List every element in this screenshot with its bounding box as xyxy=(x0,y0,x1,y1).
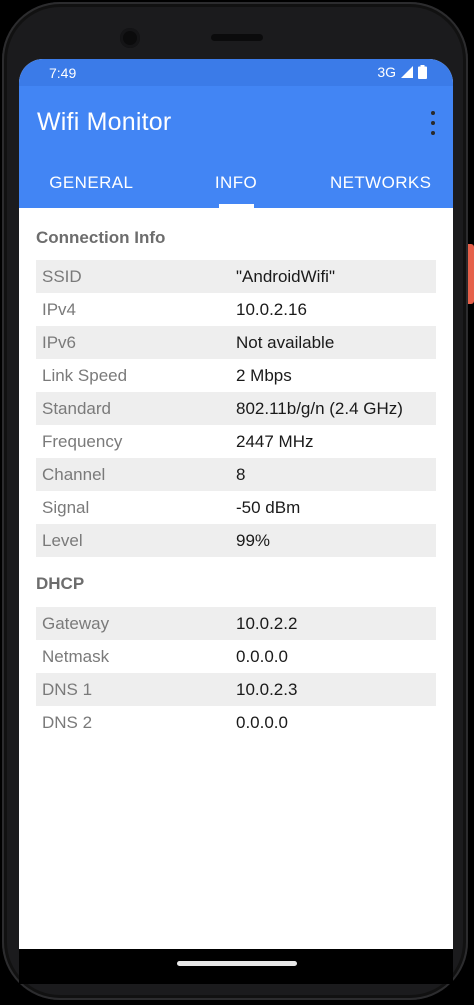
row-key: DNS 2 xyxy=(42,712,93,732)
info-row-channel: Channel 8 xyxy=(36,458,436,491)
row-value: 8 xyxy=(236,464,246,484)
row-key: IPv6 xyxy=(42,332,77,352)
status-time: 7:49 xyxy=(49,65,77,81)
dhcp-row-gateway: Gateway 10.0.2.2 xyxy=(36,607,436,640)
section-title-connection-info: Connection Info xyxy=(36,228,166,247)
row-key: Netmask xyxy=(42,646,110,666)
row-key: Gateway xyxy=(42,613,110,633)
phone-device: 7:49 3G Wifi Monitor GENERAL INFO NETWOR… xyxy=(0,0,474,1005)
row-value: 99% xyxy=(236,530,271,550)
menu-dot xyxy=(431,111,435,115)
screen: 7:49 3G Wifi Monitor GENERAL INFO NETWOR… xyxy=(19,59,453,949)
row-value: 2447 MHz xyxy=(236,431,314,451)
dhcp-row-dns2: DNS 2 0.0.0.0 xyxy=(36,706,436,739)
selected-tab-indicator xyxy=(219,204,254,208)
row-value: "AndroidWifi" xyxy=(236,266,335,286)
navigation-bar xyxy=(19,949,453,984)
row-value: -50 dBm xyxy=(236,497,301,517)
row-value: 802.11b/g/n (2.4 GHz) xyxy=(236,398,403,418)
row-value: 2 Mbps xyxy=(236,365,292,385)
info-row-level: Level 99% xyxy=(36,524,436,557)
row-value: 10.0.2.2 xyxy=(236,613,298,633)
row-key: Level xyxy=(42,530,83,550)
info-row-standard: Standard 802.11b/g/n (2.4 GHz) xyxy=(36,392,436,425)
row-key: Standard xyxy=(42,398,111,418)
battery-icon xyxy=(418,65,427,79)
app-title: Wifi Monitor xyxy=(37,108,172,136)
tab-networks[interactable]: NETWORKS xyxy=(308,166,453,208)
tab-bar: GENERAL INFO NETWORKS xyxy=(19,166,453,208)
row-value: 0.0.0.0 xyxy=(236,646,288,666)
app-bar: Wifi Monitor GENERAL INFO NETWORKS xyxy=(19,86,453,208)
row-value: 10.0.2.3 xyxy=(236,679,298,699)
row-value: Not available xyxy=(236,332,335,352)
info-row-ipv6: IPv6 Not available xyxy=(36,326,436,359)
front-camera xyxy=(120,28,140,48)
dhcp-row-netmask: Netmask 0.0.0.0 xyxy=(36,640,436,673)
dhcp-row-dns1: DNS 1 10.0.2.3 xyxy=(36,673,436,706)
info-row-link-speed: Link Speed 2 Mbps xyxy=(36,359,436,392)
network-type: 3G xyxy=(377,64,396,80)
row-key: SSID xyxy=(42,266,82,286)
row-key: Frequency xyxy=(42,431,123,451)
menu-dot xyxy=(431,121,435,125)
info-row-ssid: SSID "AndroidWifi" xyxy=(36,260,436,293)
row-key: Signal xyxy=(42,497,90,517)
connection-info-list: SSID "AndroidWifi" IPv4 10.0.2.16 IPv6 N… xyxy=(36,260,436,557)
overflow-menu-icon[interactable] xyxy=(423,110,443,136)
row-key: Link Speed xyxy=(42,365,128,385)
tab-info[interactable]: INFO xyxy=(164,166,309,208)
earpiece-speaker xyxy=(211,34,263,41)
row-key: IPv4 xyxy=(42,299,77,319)
info-row-signal: Signal -50 dBm xyxy=(36,491,436,524)
row-key: Channel xyxy=(42,464,106,484)
status-icons: 3G xyxy=(377,64,427,80)
tab-general[interactable]: GENERAL xyxy=(19,166,164,208)
menu-dot xyxy=(431,131,435,135)
signal-icon xyxy=(401,66,413,78)
section-title-dhcp: DHCP xyxy=(36,574,85,593)
dhcp-list: Gateway 10.0.2.2 Netmask 0.0.0.0 DNS 1 1… xyxy=(36,607,436,739)
row-value: 0.0.0.0 xyxy=(236,712,288,732)
row-key: DNS 1 xyxy=(42,679,93,699)
info-row-frequency: Frequency 2447 MHz xyxy=(36,425,436,458)
power-button xyxy=(468,244,474,304)
home-gesture-handle[interactable] xyxy=(177,961,297,966)
row-value: 10.0.2.16 xyxy=(236,299,307,319)
status-bar: 7:49 3G xyxy=(19,59,453,86)
info-row-ipv4: IPv4 10.0.2.16 xyxy=(36,293,436,326)
